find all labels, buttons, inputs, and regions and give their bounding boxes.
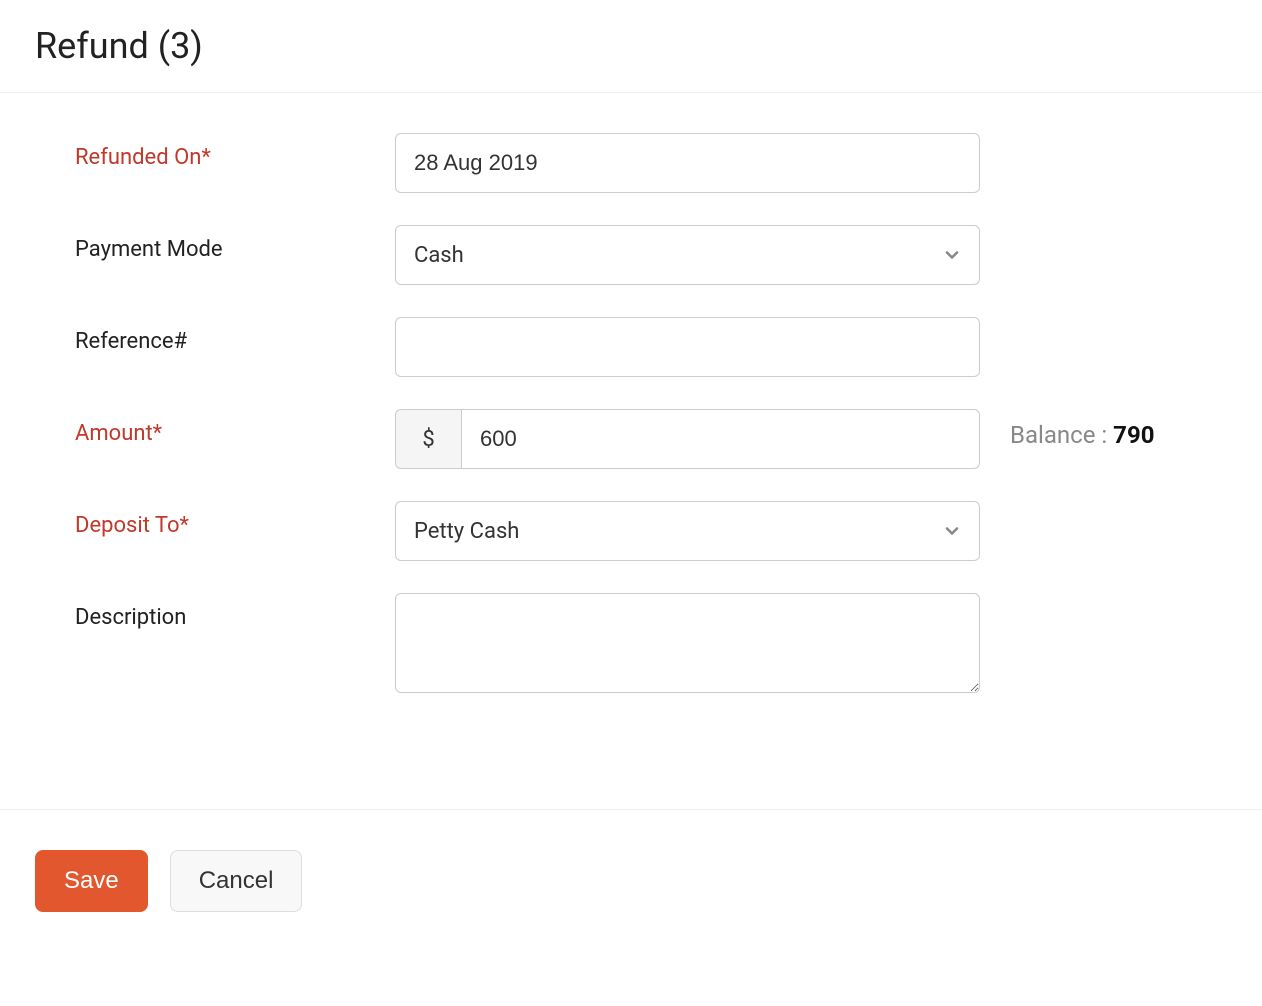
label-reference: Reference# bbox=[75, 317, 395, 354]
label-refunded-on: Refunded On* bbox=[75, 133, 395, 170]
save-button[interactable]: Save bbox=[35, 850, 148, 912]
form-footer: Save Cancel bbox=[0, 809, 1262, 952]
row-amount: Amount* $ Balance : 790 bbox=[75, 409, 1227, 469]
deposit-to-value: Petty Cash bbox=[414, 519, 519, 544]
label-description: Description bbox=[75, 593, 395, 630]
amount-input[interactable] bbox=[461, 409, 980, 469]
balance-info: Balance : 790 bbox=[1010, 409, 1154, 449]
page-header: Refund (3) bbox=[0, 0, 1262, 93]
label-amount: Amount* bbox=[75, 409, 395, 446]
reference-input[interactable] bbox=[395, 317, 980, 377]
refund-form: Refunded On* Payment Mode Cash Reference… bbox=[0, 93, 1262, 809]
row-deposit-to: Deposit To* Petty Cash bbox=[75, 501, 1227, 561]
payment-mode-value: Cash bbox=[414, 243, 464, 268]
cancel-button[interactable]: Cancel bbox=[170, 850, 303, 912]
page-title: Refund (3) bbox=[35, 25, 1227, 67]
deposit-to-select[interactable]: Petty Cash bbox=[395, 501, 980, 561]
balance-value: 790 bbox=[1113, 421, 1154, 449]
label-payment-mode: Payment Mode bbox=[75, 225, 395, 262]
refunded-on-input[interactable] bbox=[395, 133, 980, 193]
description-textarea[interactable] bbox=[395, 593, 980, 693]
row-payment-mode: Payment Mode Cash bbox=[75, 225, 1227, 285]
payment-mode-select[interactable]: Cash bbox=[395, 225, 980, 285]
row-refunded-on: Refunded On* bbox=[75, 133, 1227, 193]
balance-label: Balance : bbox=[1010, 421, 1113, 449]
currency-addon: $ bbox=[395, 409, 461, 469]
row-description: Description bbox=[75, 593, 1227, 697]
row-reference: Reference# bbox=[75, 317, 1227, 377]
label-deposit-to: Deposit To* bbox=[75, 501, 395, 538]
